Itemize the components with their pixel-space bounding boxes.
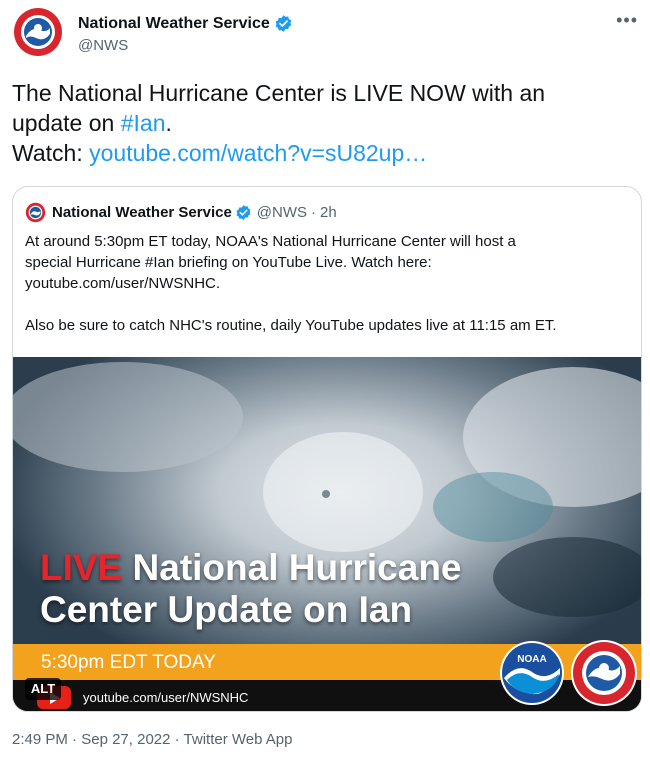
footer-separator: ·: [67, 731, 82, 748]
quote-body-line: youtube.com/user/NWSNHC.: [25, 275, 221, 292]
hashtag-link[interactable]: #Ian: [121, 110, 166, 136]
tweet-text-suffix: .: [165, 110, 172, 136]
tweet-footer: 2:49 PM · Sep 27, 2022 · Twitter Web App: [12, 731, 292, 748]
watch-link[interactable]: youtube.com/watch?v=sU82up…: [89, 140, 427, 166]
quote-tweet[interactable]: National Weather Service @NWS · 2h At ar…: [12, 186, 642, 712]
nws-logo-icon: [571, 640, 637, 706]
avatar[interactable]: [12, 6, 64, 58]
author-handle[interactable]: @NWS: [78, 37, 128, 54]
verified-badge-icon: [236, 204, 251, 220]
tweet-text-line2: update on #Ian.: [12, 108, 632, 138]
author-name[interactable]: National Weather Service: [78, 15, 270, 33]
more-icon[interactable]: •••: [616, 10, 638, 31]
tweet-app: Twitter Web App: [183, 731, 293, 748]
quote-body-line: At around 5:30pm ET today, NOAA's Nation…: [25, 233, 516, 250]
time-text: 5:30pm EDT TODAY: [41, 652, 216, 673]
live-word: LIVE: [40, 547, 123, 588]
tweet-text: The National Hurricane Center is LIVE NO…: [12, 78, 632, 168]
nws-logo-icon: [12, 6, 64, 58]
quote-body-line: special Hurricane #Ian briefing on YouTu…: [25, 254, 432, 271]
nws-logo-icon: [25, 201, 46, 223]
tweet-text-line3: Watch: youtube.com/watch?v=sU82up…: [12, 138, 632, 168]
media-title-line1: LIVE National Hurricane: [40, 547, 462, 589]
quote-time-ago: 2h: [320, 203, 337, 221]
noaa-logo-icon: NOAA: [500, 641, 564, 705]
noaa-text: NOAA: [517, 654, 546, 665]
tweet-header: National Weather Service @NWS •••: [12, 6, 642, 62]
quote-body: At around 5:30pm ET today, NOAA's Nation…: [25, 231, 625, 336]
quote-author-handle: @NWS: [256, 203, 308, 221]
footer-separator: ·: [170, 731, 184, 748]
quote-author-name: National Weather Service: [52, 203, 232, 221]
quote-body-para2: Also be sure to catch NHC's routine, dai…: [25, 317, 557, 334]
media-title-line2: Center Update on Ian: [40, 589, 413, 630]
verified-badge-icon: [275, 15, 292, 32]
alt-button[interactable]: ALT: [25, 678, 61, 700]
media-title: LIVE National Hurricane Center Update on…: [40, 547, 462, 631]
quote-header: National Weather Service @NWS · 2h: [25, 201, 337, 223]
quote-separator: ·: [311, 203, 317, 221]
media-title-rest: National Hurricane: [122, 547, 462, 588]
tweet-text-prefix: update on: [12, 110, 121, 136]
watch-label: Watch:: [12, 140, 90, 166]
media-image[interactable]: LIVE National Hurricane Center Update on…: [13, 357, 641, 711]
tweet-time[interactable]: 2:49 PM: [12, 731, 68, 748]
tweet-date[interactable]: Sep 27, 2022: [81, 731, 170, 748]
quote-avatar: [25, 201, 46, 223]
youtube-url: youtube.com/user/NWSNHC: [83, 690, 249, 705]
tweet-text-line1: The National Hurricane Center is LIVE NO…: [12, 80, 546, 106]
